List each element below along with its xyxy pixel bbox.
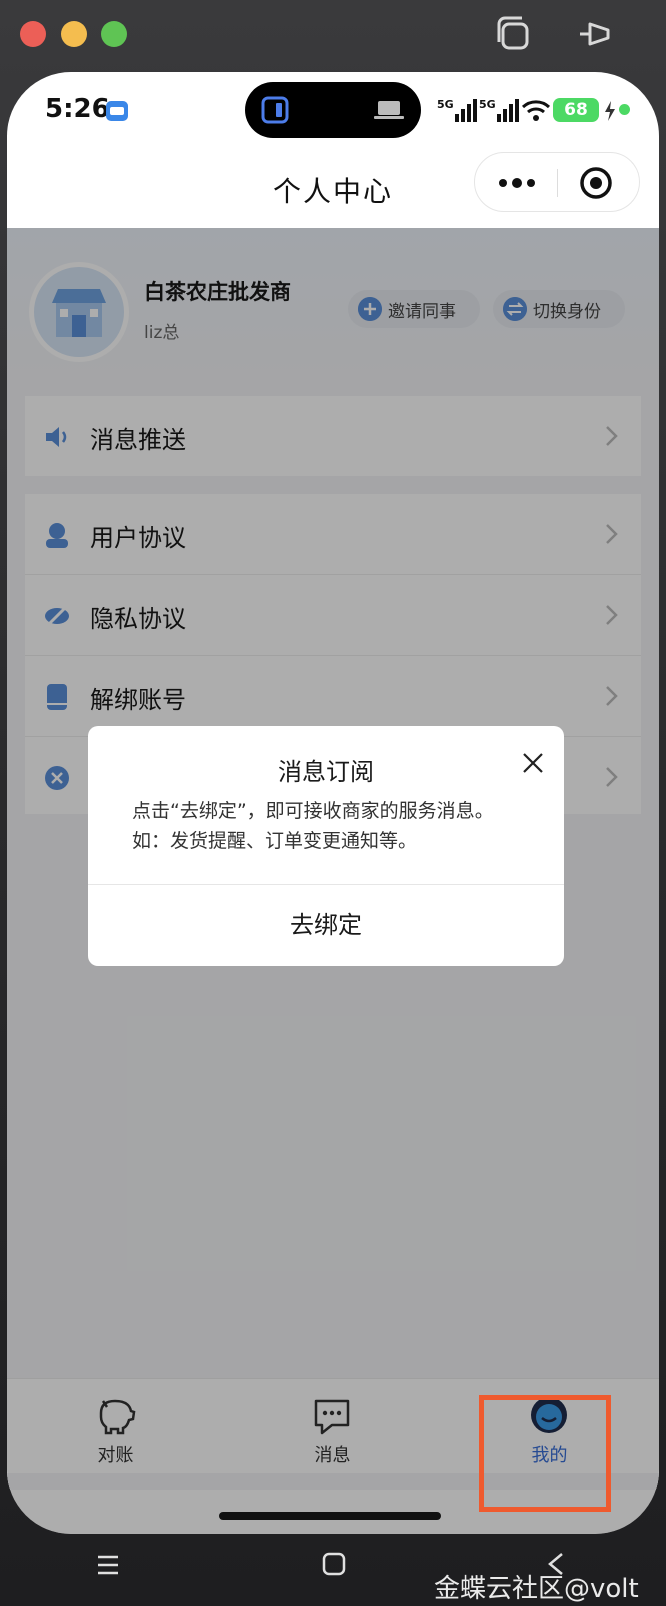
bind-button[interactable]: 去绑定: [88, 885, 564, 966]
multi-window-icon[interactable]: [494, 14, 534, 58]
close-window-button[interactable]: [20, 21, 46, 47]
app-window-icon: [261, 96, 289, 124]
menu-icon[interactable]: [96, 1554, 120, 1576]
phone-screen: 5:26 5G 5G 68 个人中心 白茶农庄批发商 liz总 邀请同事 切换身…: [7, 72, 659, 1534]
status-bar: 5:26 5G 5G 68: [7, 72, 659, 152]
charging-icon: [605, 101, 615, 121]
more-icon[interactable]: [497, 173, 537, 193]
dynamic-island: [245, 82, 421, 138]
subscribe-dialog: 消息订阅 点击“去绑定”，即可接收商家的服务消息。如：发货提醒、订单变更通知等。…: [88, 726, 564, 966]
dialog-body: 点击“去绑定”，即可接收商家的服务消息。如：发货提醒、订单变更通知等。: [132, 800, 494, 852]
laptop-icon: [374, 101, 404, 119]
cell-signal-icon: [455, 99, 477, 122]
minimize-window-button[interactable]: [61, 21, 87, 47]
close-miniprogram-icon[interactable]: [579, 166, 613, 200]
mic-indicator: [619, 104, 630, 115]
battery-level: 68: [553, 98, 599, 122]
miniprogram-capsule: [474, 152, 640, 212]
maximize-window-button[interactable]: [101, 21, 127, 47]
status-time: 5:26: [45, 94, 110, 124]
watermark: 金蝶云社区@volt: [434, 1574, 639, 1604]
home-button-icon[interactable]: [322, 1552, 346, 1576]
wallet-icon: [106, 101, 128, 121]
wifi-icon: [521, 100, 551, 121]
dialog-title: 消息订阅: [278, 758, 374, 786]
capsule-divider: [557, 169, 558, 197]
highlight-box: [479, 1395, 611, 1512]
pin-icon[interactable]: [576, 14, 616, 58]
cell-signal-icon-2: [497, 99, 519, 122]
close-icon[interactable]: [520, 750, 546, 776]
home-indicator: [219, 1512, 441, 1520]
